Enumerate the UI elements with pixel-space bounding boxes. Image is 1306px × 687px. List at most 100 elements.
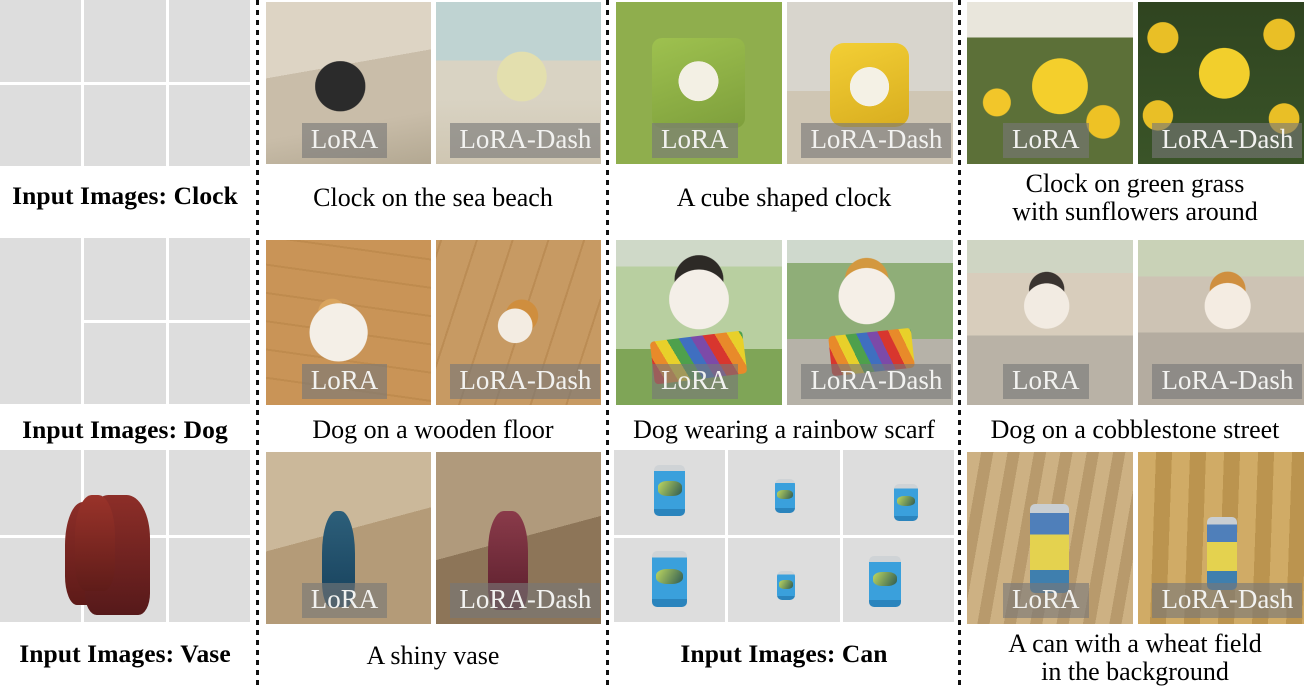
method-tag-lora: LoRA bbox=[1003, 582, 1089, 618]
cell-dog-cobblestone: LoRA LoRA-Dash Dog on a cobblestone stre… bbox=[964, 238, 1306, 450]
caption-clock-sea-beach: Clock on the sea beach bbox=[313, 183, 553, 212]
caption-line: with sunflowers around bbox=[1012, 196, 1258, 226]
caption-dog-cobblestone: Dog on a cobblestone street bbox=[990, 415, 1280, 444]
caption-clock-green-grass: Clock on green grass with sunflowers aro… bbox=[964, 170, 1306, 225]
caption-line: in the background bbox=[1041, 656, 1229, 686]
cell-dog-rainbow-scarf: LoRA LoRA-Dash Dog wearing a rainbow sca… bbox=[612, 238, 956, 450]
input-tile bbox=[168, 238, 250, 320]
input-mosaic-can bbox=[614, 450, 954, 622]
cell-can-wheat-field: LoRA LoRA-Dash A can with a wheat field … bbox=[964, 450, 1306, 687]
input-tile bbox=[168, 84, 250, 166]
method-tag-lora: LoRA bbox=[652, 363, 738, 399]
generated-image-lora: LoRA bbox=[265, 2, 431, 164]
comparison-figure: Input Images: Clock Input Images: Dog In… bbox=[0, 0, 1306, 687]
caption-vase-inputs: Input Images: Vase bbox=[19, 639, 231, 668]
column-separator-1 bbox=[256, 0, 259, 687]
comparison-pair: LoRA LoRA-Dash bbox=[262, 2, 604, 164]
input-tile bbox=[728, 450, 840, 535]
input-tile bbox=[842, 450, 954, 535]
generated-image-lora: LoRA bbox=[966, 452, 1133, 624]
generated-image-lora: LoRA bbox=[265, 452, 431, 624]
method-tag-lora: LoRA bbox=[301, 582, 388, 618]
method-tag-lora: LoRA bbox=[652, 122, 738, 158]
method-tag-lora-dash: LoRA-Dash bbox=[801, 122, 952, 158]
comparison-pair: LoRA LoRA-Dash bbox=[612, 2, 956, 164]
comparison-pair: LoRA LoRA-Dash bbox=[964, 2, 1306, 164]
generated-image-lora: LoRA bbox=[966, 2, 1133, 164]
column-prompt-3: LoRA LoRA-Dash Clock on green grass with… bbox=[964, 0, 1306, 687]
column-separator-2 bbox=[606, 0, 609, 687]
input-tile bbox=[84, 84, 166, 166]
caption-dog-rainbow-scarf: Dog wearing a rainbow scarf bbox=[633, 415, 935, 444]
method-tag-lora-dash: LoRA-Dash bbox=[1152, 122, 1303, 158]
generated-image-lora: LoRA bbox=[966, 240, 1133, 405]
comparison-pair: LoRA LoRA-Dash bbox=[964, 240, 1306, 405]
input-tile bbox=[84, 322, 166, 404]
input-tile bbox=[168, 0, 250, 82]
cell-clock-inputs: Input Images: Clock bbox=[0, 0, 250, 238]
generated-image-lora-dash: LoRA-Dash bbox=[1137, 452, 1304, 624]
cell-cube-clock: LoRA LoRA-Dash A cube shaped clock bbox=[612, 0, 956, 238]
input-tile bbox=[0, 0, 82, 82]
column-separator-3 bbox=[958, 0, 961, 687]
input-tile bbox=[84, 0, 166, 82]
comparison-pair: LoRA LoRA-Dash bbox=[262, 452, 604, 624]
input-tile bbox=[614, 450, 726, 535]
caption-line: Clock on green grass bbox=[1025, 169, 1245, 198]
comparison-pair: LoRA LoRA-Dash bbox=[964, 452, 1306, 624]
generated-image-lora-dash: LoRA-Dash bbox=[435, 452, 601, 624]
cell-vase-inputs: Input Images: Vase bbox=[0, 450, 250, 687]
input-mosaic-vase bbox=[0, 450, 250, 622]
generated-image-lora-dash: LoRA-Dash bbox=[1137, 240, 1304, 405]
comparison-pair: LoRA LoRA-Dash bbox=[612, 240, 956, 405]
method-tag-lora-dash: LoRA-Dash bbox=[1152, 363, 1303, 399]
cell-dog-inputs: Input Images: Dog bbox=[0, 238, 250, 450]
input-tile bbox=[0, 450, 108, 605]
caption-dog-wooden-floor: Dog on a wooden floor bbox=[312, 415, 554, 444]
generated-image-lora: LoRA bbox=[615, 2, 782, 164]
caption-line: A can with a wheat field bbox=[1008, 629, 1262, 658]
method-tag-lora-dash: LoRA-Dash bbox=[801, 363, 952, 399]
caption-cube-clock: A cube shaped clock bbox=[676, 183, 892, 212]
generated-image-lora-dash: LoRA-Dash bbox=[435, 240, 601, 405]
generated-image-lora: LoRA bbox=[265, 240, 431, 405]
generated-image-lora-dash: LoRA-Dash bbox=[786, 240, 953, 405]
column-prompt-2: LoRA LoRA-Dash A cube shaped clock LoRA … bbox=[612, 0, 956, 687]
input-tile bbox=[0, 84, 82, 166]
input-mosaic-dog bbox=[0, 238, 250, 404]
cell-clock-green-grass: LoRA LoRA-Dash Clock on green grass with… bbox=[964, 0, 1306, 238]
caption-dog-inputs: Input Images: Dog bbox=[22, 415, 228, 444]
cell-clock-sea-beach: LoRA LoRA-Dash Clock on the sea beach bbox=[262, 0, 604, 238]
input-tile bbox=[84, 238, 166, 320]
input-tile bbox=[728, 537, 840, 622]
caption-can-wheat-field: A can with a wheat field in the backgrou… bbox=[964, 630, 1306, 685]
input-tile bbox=[0, 238, 82, 404]
method-tag-lora-dash: LoRA-Dash bbox=[450, 363, 601, 399]
method-tag-lora: LoRA bbox=[301, 122, 388, 158]
generated-image-lora-dash: LoRA-Dash bbox=[786, 2, 953, 164]
method-tag-lora: LoRA bbox=[301, 363, 388, 399]
caption-can-inputs: Input Images: Can bbox=[680, 639, 888, 668]
cell-can-inputs: Input Images: Can bbox=[612, 450, 956, 687]
generated-image-lora-dash: LoRA-Dash bbox=[435, 2, 601, 164]
cell-shiny-vase: LoRA LoRA-Dash A shiny vase bbox=[262, 450, 604, 687]
method-tag-lora: LoRA bbox=[1003, 363, 1089, 399]
input-mosaic-clock bbox=[0, 0, 250, 166]
input-tile bbox=[75, 494, 250, 622]
generated-image-lora-dash: LoRA-Dash bbox=[1137, 2, 1304, 164]
caption-clock-inputs: Input Images: Clock bbox=[12, 181, 238, 210]
input-tile bbox=[168, 322, 250, 404]
column-prompt-1: LoRA LoRA-Dash Clock on the sea beach Lo… bbox=[262, 0, 604, 687]
input-tile bbox=[105, 450, 250, 598]
method-tag-lora-dash: LoRA-Dash bbox=[450, 122, 601, 158]
column-input-images: Input Images: Clock Input Images: Dog In… bbox=[0, 0, 250, 687]
generated-image-lora: LoRA bbox=[615, 240, 782, 405]
comparison-pair: LoRA LoRA-Dash bbox=[262, 240, 604, 405]
caption-shiny-vase: A shiny vase bbox=[366, 641, 500, 670]
method-tag-lora-dash: LoRA-Dash bbox=[1152, 582, 1303, 618]
method-tag-lora: LoRA bbox=[1003, 122, 1089, 158]
cell-dog-wooden-floor: LoRA LoRA-Dash Dog on a wooden floor bbox=[262, 238, 604, 450]
input-tile bbox=[614, 537, 726, 622]
method-tag-lora-dash: LoRA-Dash bbox=[450, 582, 601, 618]
input-tile bbox=[842, 537, 954, 622]
